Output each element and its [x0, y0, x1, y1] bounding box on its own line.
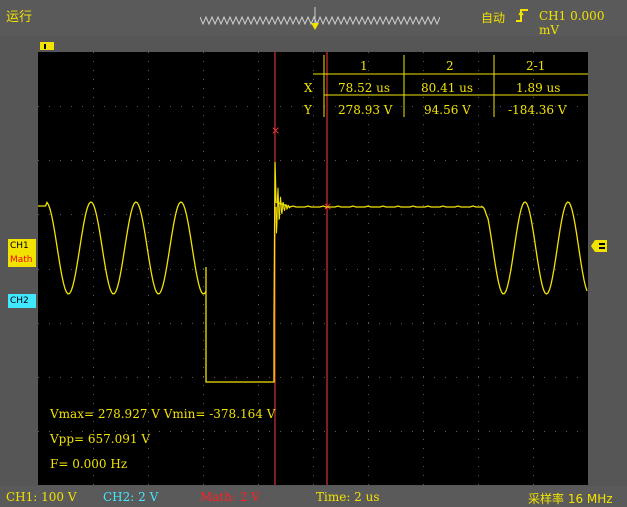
run-state-label[interactable]: 运行	[6, 6, 32, 25]
ch2-marker[interactable]: CH2	[8, 294, 36, 308]
record-overview-icon[interactable]	[200, 5, 440, 35]
table-header-diff: 2-1	[526, 59, 545, 73]
measurement-vmax-vmin: Vmax= 278.927 V Vmin= -378.164 V	[49, 407, 276, 421]
level-marker-icon[interactable]	[591, 240, 607, 252]
cursor-table: 1 2 2-1 X 78.52 us 80.41 us 1.89 us Y 27…	[303, 55, 588, 117]
oscilloscope-window: 运行 自动 CH1 0.000 mV CH1 Math CH2 × × 1 2 …	[0, 0, 627, 507]
table-cell-x1: 78.52 us	[338, 81, 390, 95]
table-header-2: 2	[446, 59, 454, 73]
math-scale[interactable]: Math: 2 V	[200, 490, 260, 504]
table-row-x-label: X	[304, 81, 313, 95]
sample-rate: 采样率 16 MHz	[528, 492, 613, 506]
measurement-vpp: Vpp= 657.091 V	[49, 432, 150, 446]
table-header-1: 1	[360, 59, 368, 73]
table-cell-y1: 278.93 V	[338, 103, 393, 117]
time-scale[interactable]: Time: 2 us	[316, 490, 380, 504]
trigger-mode-label[interactable]: 自动	[481, 9, 505, 26]
ch1-trace	[38, 161, 588, 383]
rising-edge-trigger-icon[interactable]	[514, 6, 532, 24]
table-cell-x2: 80.41 us	[421, 81, 473, 95]
ch1-marker[interactable]: CH1	[8, 239, 36, 253]
waveform-display[interactable]: × × 1 2 2-1 X 78.52 us 80.41 us 1.89 us …	[38, 52, 588, 485]
math-marker[interactable]: Math	[8, 253, 36, 267]
ch1-scale[interactable]: CH1: 100 V	[6, 490, 77, 504]
table-cell-xdiff: 1.89 us	[516, 81, 560, 95]
bottom-status-bar: CH1: 100 V CH2: 2 V Math: 2 V Time: 2 us…	[0, 486, 627, 507]
measurement-frequency: F= 0.000 Hz	[50, 457, 127, 471]
table-cell-ydiff: -184.36 V	[508, 103, 567, 117]
trigger-level-readout: CH1 0.000 mV	[539, 9, 605, 37]
cursor-1-cross: ×	[271, 124, 280, 137]
table-row-y-label: Y	[303, 103, 313, 117]
table-cell-y2: 94.56 V	[424, 103, 471, 117]
top-status-bar: 运行 自动 CH1 0.000 mV	[0, 0, 627, 37]
trigger-position-marker-icon[interactable]	[38, 40, 58, 52]
ch2-scale[interactable]: CH2: 2 V	[103, 490, 158, 504]
